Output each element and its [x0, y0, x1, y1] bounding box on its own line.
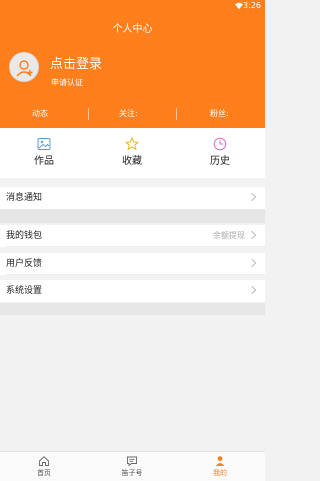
divider	[6, 274, 265, 275]
clock-icon	[213, 137, 227, 151]
home-icon	[39, 456, 49, 466]
chevron-right-icon	[247, 285, 257, 295]
tile-favorites[interactable]: 收藏	[88, 128, 176, 178]
chevron-right-icon	[247, 230, 257, 240]
tab-label: 我的	[213, 469, 227, 477]
tile-label: 作品	[34, 156, 54, 167]
person-icon	[215, 456, 225, 466]
divider	[6, 246, 265, 247]
menu-notifications[interactable]: 消息通知	[0, 187, 265, 209]
login-link[interactable]: 点击登录	[50, 57, 102, 73]
menu-label: 用户反馈	[6, 259, 43, 269]
stats-bar: 动态 关注: 粉丝:	[0, 103, 265, 125]
tile-label: 历史	[210, 156, 230, 167]
chevron-right-icon	[247, 192, 257, 202]
chat-icon	[127, 456, 137, 467]
tab-label: 首页	[37, 469, 51, 477]
tab-me[interactable]: 我的	[176, 452, 264, 481]
tile-history[interactable]: 历史	[176, 128, 264, 178]
star-icon	[125, 137, 139, 151]
section-gap	[0, 209, 265, 223]
stats-divider	[88, 108, 89, 120]
user-add-icon	[16, 60, 33, 77]
page-title: 个人中心	[112, 24, 153, 35]
wifi-icon	[235, 2, 243, 10]
menu-label: 我的钱包	[6, 231, 43, 241]
tab-home[interactable]: 首页	[0, 452, 88, 481]
apply-certification-link[interactable]: 申请认证	[51, 78, 83, 88]
stats-divider	[176, 108, 177, 120]
chevron-right-icon	[247, 258, 257, 268]
stat-followers[interactable]: 粉丝:	[210, 103, 229, 125]
avatar[interactable]	[9, 52, 39, 82]
stat-posts[interactable]: 动态	[32, 103, 48, 125]
tab-account[interactable]: 笛子号	[88, 452, 176, 481]
tab-label: 笛子号	[121, 469, 143, 477]
stat-following[interactable]: 关注:	[119, 103, 138, 125]
tile-works[interactable]: 作品	[0, 128, 88, 178]
menu-wallet[interactable]: 我的钱包 余额提现	[0, 225, 265, 247]
status-time: 3:26	[243, 1, 261, 10]
section-gap	[0, 303, 265, 315]
status-bar: 3:26	[0, 0, 265, 12]
menu-feedback[interactable]: 用户反馈	[0, 253, 265, 275]
shortcut-tiles: 作品 收藏 历史	[0, 128, 265, 178]
withdraw-balance-label: 余额提现	[213, 231, 245, 240]
menu-label: 消息通知	[6, 193, 43, 203]
picture-icon	[37, 138, 51, 150]
tile-label: 收藏	[122, 156, 142, 167]
bottom-tab-bar: 首页 笛子号 我的	[0, 451, 265, 481]
menu-label: 系统设置	[6, 286, 43, 296]
profile-header: 3:26 个人中心 点击登录 申请认证 动态 关注: 粉丝:	[0, 0, 265, 128]
menu-settings[interactable]: 系统设置	[0, 280, 265, 302]
